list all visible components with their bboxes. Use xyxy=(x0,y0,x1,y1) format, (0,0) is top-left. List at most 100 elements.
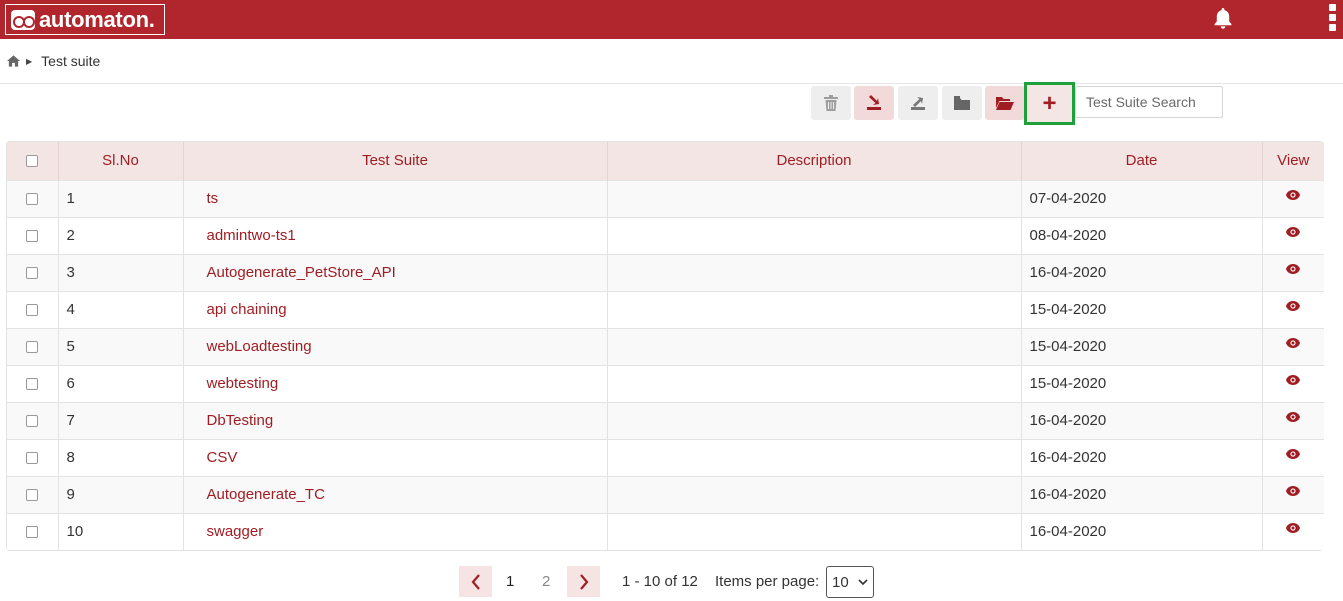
row-test-suite-name[interactable]: admintwo-ts1 xyxy=(183,217,608,254)
row-select-cell xyxy=(7,217,59,254)
row-slno: 9 xyxy=(58,476,184,513)
row-view-cell xyxy=(1262,513,1324,550)
row-test-suite-name[interactable]: Autogenerate_TC xyxy=(183,476,608,513)
next-page-button[interactable] xyxy=(567,566,600,597)
delete-button[interactable] xyxy=(811,86,851,120)
breadcrumb-current: Test suite xyxy=(41,53,101,69)
row-checkbox[interactable] xyxy=(26,230,39,243)
row-select-cell xyxy=(7,402,59,439)
eye-icon[interactable] xyxy=(1286,523,1301,534)
row-select-cell xyxy=(7,180,59,217)
eye-icon[interactable] xyxy=(1286,190,1301,201)
table-row: 7 DbTesting 16-04-2020 xyxy=(7,402,1324,439)
more-vert-icon[interactable] xyxy=(1327,4,1337,36)
row-test-suite-name[interactable]: webLoadtesting xyxy=(183,328,608,365)
table-row: 10 swagger 16-04-2020 xyxy=(7,513,1324,550)
row-description xyxy=(607,513,1022,550)
eye-icon[interactable] xyxy=(1286,338,1301,349)
row-description xyxy=(607,254,1022,291)
row-test-suite-name[interactable]: ts xyxy=(183,180,608,217)
export-button[interactable] xyxy=(898,86,938,120)
row-date: 16-04-2020 xyxy=(1021,402,1263,439)
app-logo[interactable]: automaton. xyxy=(5,4,165,35)
row-description xyxy=(607,476,1022,513)
brand-name: automaton. xyxy=(39,6,155,32)
row-checkbox[interactable] xyxy=(26,452,39,465)
select-all-cell xyxy=(7,142,59,180)
row-checkbox[interactable] xyxy=(26,378,39,391)
table-row: 4 api chaining 15-04-2020 xyxy=(7,291,1324,328)
row-slno: 2 xyxy=(58,217,184,254)
chevron-right-icon xyxy=(579,573,588,590)
col-header-description[interactable]: Description xyxy=(607,142,1022,180)
col-header-date[interactable]: Date xyxy=(1021,142,1263,180)
row-test-suite-name[interactable]: webtesting xyxy=(183,365,608,402)
col-header-test-suite[interactable]: Test Suite xyxy=(183,142,608,180)
row-date: 15-04-2020 xyxy=(1021,291,1263,328)
row-date: 15-04-2020 xyxy=(1021,328,1263,365)
row-checkbox[interactable] xyxy=(26,415,39,428)
items-per-page-label: Items per page: xyxy=(715,573,820,590)
row-select-cell xyxy=(7,439,59,476)
row-date: 16-04-2020 xyxy=(1021,513,1263,550)
row-checkbox[interactable] xyxy=(26,526,39,539)
row-checkbox[interactable] xyxy=(26,193,39,206)
table-row: 1 ts 07-04-2020 xyxy=(7,180,1324,217)
row-description xyxy=(607,217,1022,254)
row-slno: 5 xyxy=(58,328,184,365)
archive-button[interactable] xyxy=(942,86,982,120)
select-all-checkbox[interactable] xyxy=(26,155,39,168)
row-slno: 3 xyxy=(58,254,184,291)
test-suite-table: Sl.No Test Suite Description Date View 1… xyxy=(6,141,1324,551)
items-per-page-select[interactable]: 10 xyxy=(826,566,874,598)
row-view-cell xyxy=(1262,476,1324,513)
table-row: 3 Autogenerate_PetStore_API 16-04-2020 xyxy=(7,254,1324,291)
table-row: 2 admintwo-ts1 08-04-2020 xyxy=(7,217,1324,254)
row-date: 15-04-2020 xyxy=(1021,365,1263,402)
open-folder-button[interactable] xyxy=(985,86,1025,120)
home-icon[interactable] xyxy=(7,55,20,67)
row-checkbox[interactable] xyxy=(26,489,39,502)
row-view-cell xyxy=(1262,291,1324,328)
row-slno: 8 xyxy=(58,439,184,476)
row-date: 07-04-2020 xyxy=(1021,180,1263,217)
row-description xyxy=(607,402,1022,439)
robot-logo-icon xyxy=(11,9,35,30)
row-test-suite-name[interactable]: swagger xyxy=(183,513,608,550)
page-2-link[interactable]: 2 xyxy=(542,573,550,590)
plus-icon: + xyxy=(1042,89,1057,117)
row-checkbox[interactable] xyxy=(26,304,39,317)
import-icon xyxy=(867,95,881,110)
row-test-suite-name[interactable]: Autogenerate_PetStore_API xyxy=(183,254,608,291)
row-slno: 6 xyxy=(58,365,184,402)
page-1-link[interactable]: 1 xyxy=(506,573,514,590)
prev-page-button[interactable] xyxy=(459,566,492,597)
row-view-cell xyxy=(1262,180,1324,217)
eye-icon[interactable] xyxy=(1286,449,1301,460)
eye-icon[interactable] xyxy=(1286,375,1301,386)
eye-icon[interactable] xyxy=(1286,227,1301,238)
row-checkbox[interactable] xyxy=(26,267,39,280)
eye-icon[interactable] xyxy=(1286,486,1301,497)
eye-icon[interactable] xyxy=(1286,264,1301,275)
row-test-suite-name[interactable]: api chaining xyxy=(183,291,608,328)
eye-icon[interactable] xyxy=(1286,301,1301,312)
row-test-suite-name[interactable]: DbTesting xyxy=(183,402,608,439)
breadcrumb: ▶ Test suite xyxy=(7,52,100,70)
chevron-left-icon xyxy=(471,573,480,590)
row-slno: 1 xyxy=(58,180,184,217)
eye-icon[interactable] xyxy=(1286,412,1301,423)
row-date: 16-04-2020 xyxy=(1021,439,1263,476)
row-test-suite-name[interactable]: CSV xyxy=(183,439,608,476)
import-button[interactable] xyxy=(854,86,894,120)
row-checkbox[interactable] xyxy=(26,341,39,354)
row-view-cell xyxy=(1262,254,1324,291)
row-select-cell xyxy=(7,476,59,513)
col-header-slno[interactable]: Sl.No xyxy=(58,142,184,180)
add-test-suite-button[interactable]: + xyxy=(1027,85,1072,122)
test-suite-search-input[interactable] xyxy=(1075,86,1223,118)
row-slno: 4 xyxy=(58,291,184,328)
header-divider xyxy=(0,83,1343,84)
bell-icon[interactable] xyxy=(1211,6,1235,30)
table-row: 9 Autogenerate_TC 16-04-2020 xyxy=(7,476,1324,513)
